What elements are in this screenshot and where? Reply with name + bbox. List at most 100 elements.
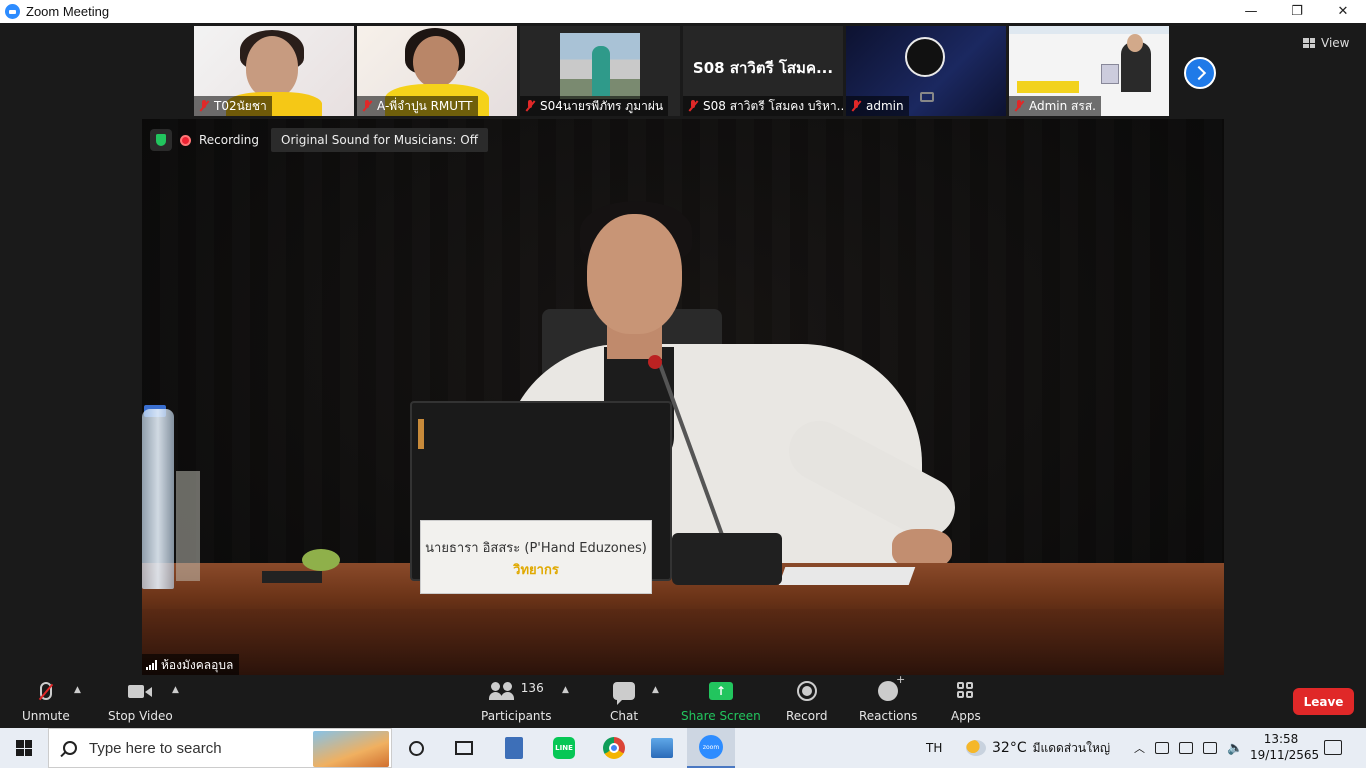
participants-icon: [488, 682, 515, 700]
screen-capture-icon[interactable]: [1179, 742, 1193, 754]
chat-button[interactable]: Chat: [610, 679, 638, 723]
participant-face: [246, 36, 298, 98]
active-speaker-video: นายธารา อิสสระ (P'Hand Eduzones) วิทยากร: [142, 119, 1224, 676]
smiley-add-icon: [878, 673, 905, 701]
unmute-button[interactable]: Unmute: [22, 679, 70, 723]
water-bottle: [142, 409, 174, 589]
mic-muted-icon: [361, 100, 373, 112]
video-options-caret-icon[interactable]: ▲: [172, 685, 179, 695]
taskbar-app-photos[interactable]: [638, 728, 686, 768]
start-button[interactable]: [0, 728, 48, 768]
clock-date: 19/11/2565: [1250, 748, 1320, 762]
notification-icon[interactable]: [1324, 740, 1342, 755]
participant-face: [413, 36, 459, 88]
participants-options-caret-icon[interactable]: ▲: [562, 685, 569, 695]
window-controls: — ❐ ✕: [1228, 0, 1366, 23]
participant-name: admin: [866, 99, 904, 113]
participant-thumbnail[interactable]: Admin สรส.: [1009, 26, 1169, 116]
participant-big-name: S08 สาวิตรี โสมค...: [692, 59, 834, 77]
leave-button[interactable]: Leave: [1293, 688, 1354, 715]
weather-text: มีแดดส่วนใหญ่: [1032, 740, 1111, 755]
close-button[interactable]: ✕: [1320, 0, 1366, 23]
participants-button[interactable]: 136 Participants: [481, 679, 552, 723]
participant-thumbnail[interactable]: admin: [846, 26, 1006, 116]
microphone-base: [672, 533, 782, 585]
volume-icon[interactable]: 🔈: [1227, 741, 1243, 756]
video-off-icon: [920, 92, 934, 102]
task-view-icon: [455, 741, 473, 755]
taskbar-app-calculator[interactable]: [490, 728, 538, 768]
minimize-icon: —: [1244, 4, 1258, 19]
papers: [778, 567, 916, 585]
calculator-icon: [505, 737, 523, 759]
participant-thumbnail[interactable]: T02นัยชา: [194, 26, 354, 116]
apps-button[interactable]: Apps: [951, 679, 981, 723]
recording-label: Recording: [199, 133, 260, 147]
stop-video-button[interactable]: Stop Video: [108, 679, 173, 723]
camera-tray-icon[interactable]: [1155, 742, 1169, 754]
taskbar-clock[interactable]: 13:58 19/11/2565: [1250, 731, 1320, 763]
record-label: Record: [786, 709, 828, 723]
speaker-head: [587, 214, 682, 334]
poster-header: [1009, 26, 1169, 34]
share-screen-button[interactable]: ↑ Share Screen: [681, 679, 761, 723]
poster-computer-icon: [1101, 64, 1119, 84]
taskbar-search-box[interactable]: Type here to search: [48, 728, 392, 768]
battery-icon[interactable]: [1203, 742, 1217, 754]
participants-label: Participants: [481, 709, 552, 723]
poster-date-bar: [1017, 81, 1079, 93]
participant-name: A-พี่จำปูน RMUTT: [377, 98, 473, 113]
meeting-area: T02นัยชา A-พี่จำปูน RMUTT S04นายรพีภัทร …: [0, 23, 1366, 728]
participant-name: S04นายรพีภัทร ภูมาผ่น: [540, 98, 664, 113]
mic-muted-icon: [850, 100, 862, 112]
weather-widget[interactable]: 32°C มีแดดส่วนใหญ่: [966, 728, 1110, 768]
unmute-label: Unmute: [22, 709, 70, 723]
record-icon: [796, 681, 817, 701]
windows-logo-icon: [16, 740, 32, 756]
cortana-button[interactable]: [392, 728, 440, 768]
reactions-button[interactable]: Reactions: [859, 673, 918, 723]
participant-thumbnail[interactable]: S08 สาวิตรี โสมค... S08 สาวิตรี โสมคง บร…: [683, 26, 843, 116]
next-page-arrow-icon[interactable]: [1184, 57, 1216, 89]
participant-thumbnail[interactable]: S04นายรพีภัทร ภูมาผ่น: [520, 26, 680, 116]
audio-options-caret-icon[interactable]: ▲: [74, 685, 81, 695]
reactions-label: Reactions: [859, 709, 918, 723]
maximize-button[interactable]: ❐: [1274, 0, 1320, 23]
chat-options-caret-icon[interactable]: ▲: [652, 685, 659, 695]
taskbar-app-zoom[interactable]: zoom: [687, 728, 735, 768]
task-view-button[interactable]: [440, 728, 488, 768]
title-bar: Zoom Meeting — ❐ ✕: [0, 0, 1366, 23]
apps-label: Apps: [951, 709, 981, 723]
recording-bar: Recording Original Sound for Musicians: …: [150, 128, 488, 152]
view-button[interactable]: View: [1303, 33, 1349, 53]
nameplate-role: วิทยากร: [513, 563, 559, 578]
apps-icon: [956, 682, 975, 700]
meeting-toolbar: Unmute ▲ Stop Video ▲ 136 Participants ▲…: [0, 673, 1366, 728]
search-highlight-image[interactable]: [313, 731, 389, 767]
chrome-icon: [603, 737, 625, 759]
security-shield-icon[interactable]: [150, 129, 172, 151]
record-button[interactable]: Record: [786, 679, 827, 723]
recording-dot-icon: [180, 134, 191, 146]
line-app-icon: LINE: [553, 737, 575, 759]
photos-icon: [651, 738, 673, 758]
restore-icon: ❐: [1291, 4, 1303, 19]
chevron-up-icon[interactable]: ︿: [1134, 740, 1145, 756]
obs-logo-icon: [905, 37, 945, 77]
taskbar-app-chrome[interactable]: [590, 728, 638, 768]
speaker-name-label: ห้องมังคลอุบล: [142, 654, 240, 676]
taskbar-app-line[interactable]: LINE: [540, 728, 588, 768]
thumbnail-label: admin: [846, 96, 909, 116]
speaker-name: ห้องมังคลอุบล: [161, 657, 234, 672]
mic-muted-icon: [1013, 100, 1025, 112]
participant-thumbnail[interactable]: A-พี่จำปูน RMUTT: [357, 26, 517, 116]
share-screen-arrow-icon: ↑: [708, 682, 733, 700]
temperature: 32°C: [992, 740, 1027, 756]
participant-name: Admin สรส.: [1029, 98, 1096, 113]
original-sound-toggle[interactable]: Original Sound for Musicians: Off: [271, 128, 488, 152]
input-language[interactable]: TH: [926, 728, 942, 768]
minimize-button[interactable]: —: [1228, 0, 1274, 23]
glass: [176, 471, 200, 581]
view-label: View: [1321, 36, 1350, 50]
windows-taskbar: Type here to search LINE zoom TH 32°C มี…: [0, 728, 1366, 768]
